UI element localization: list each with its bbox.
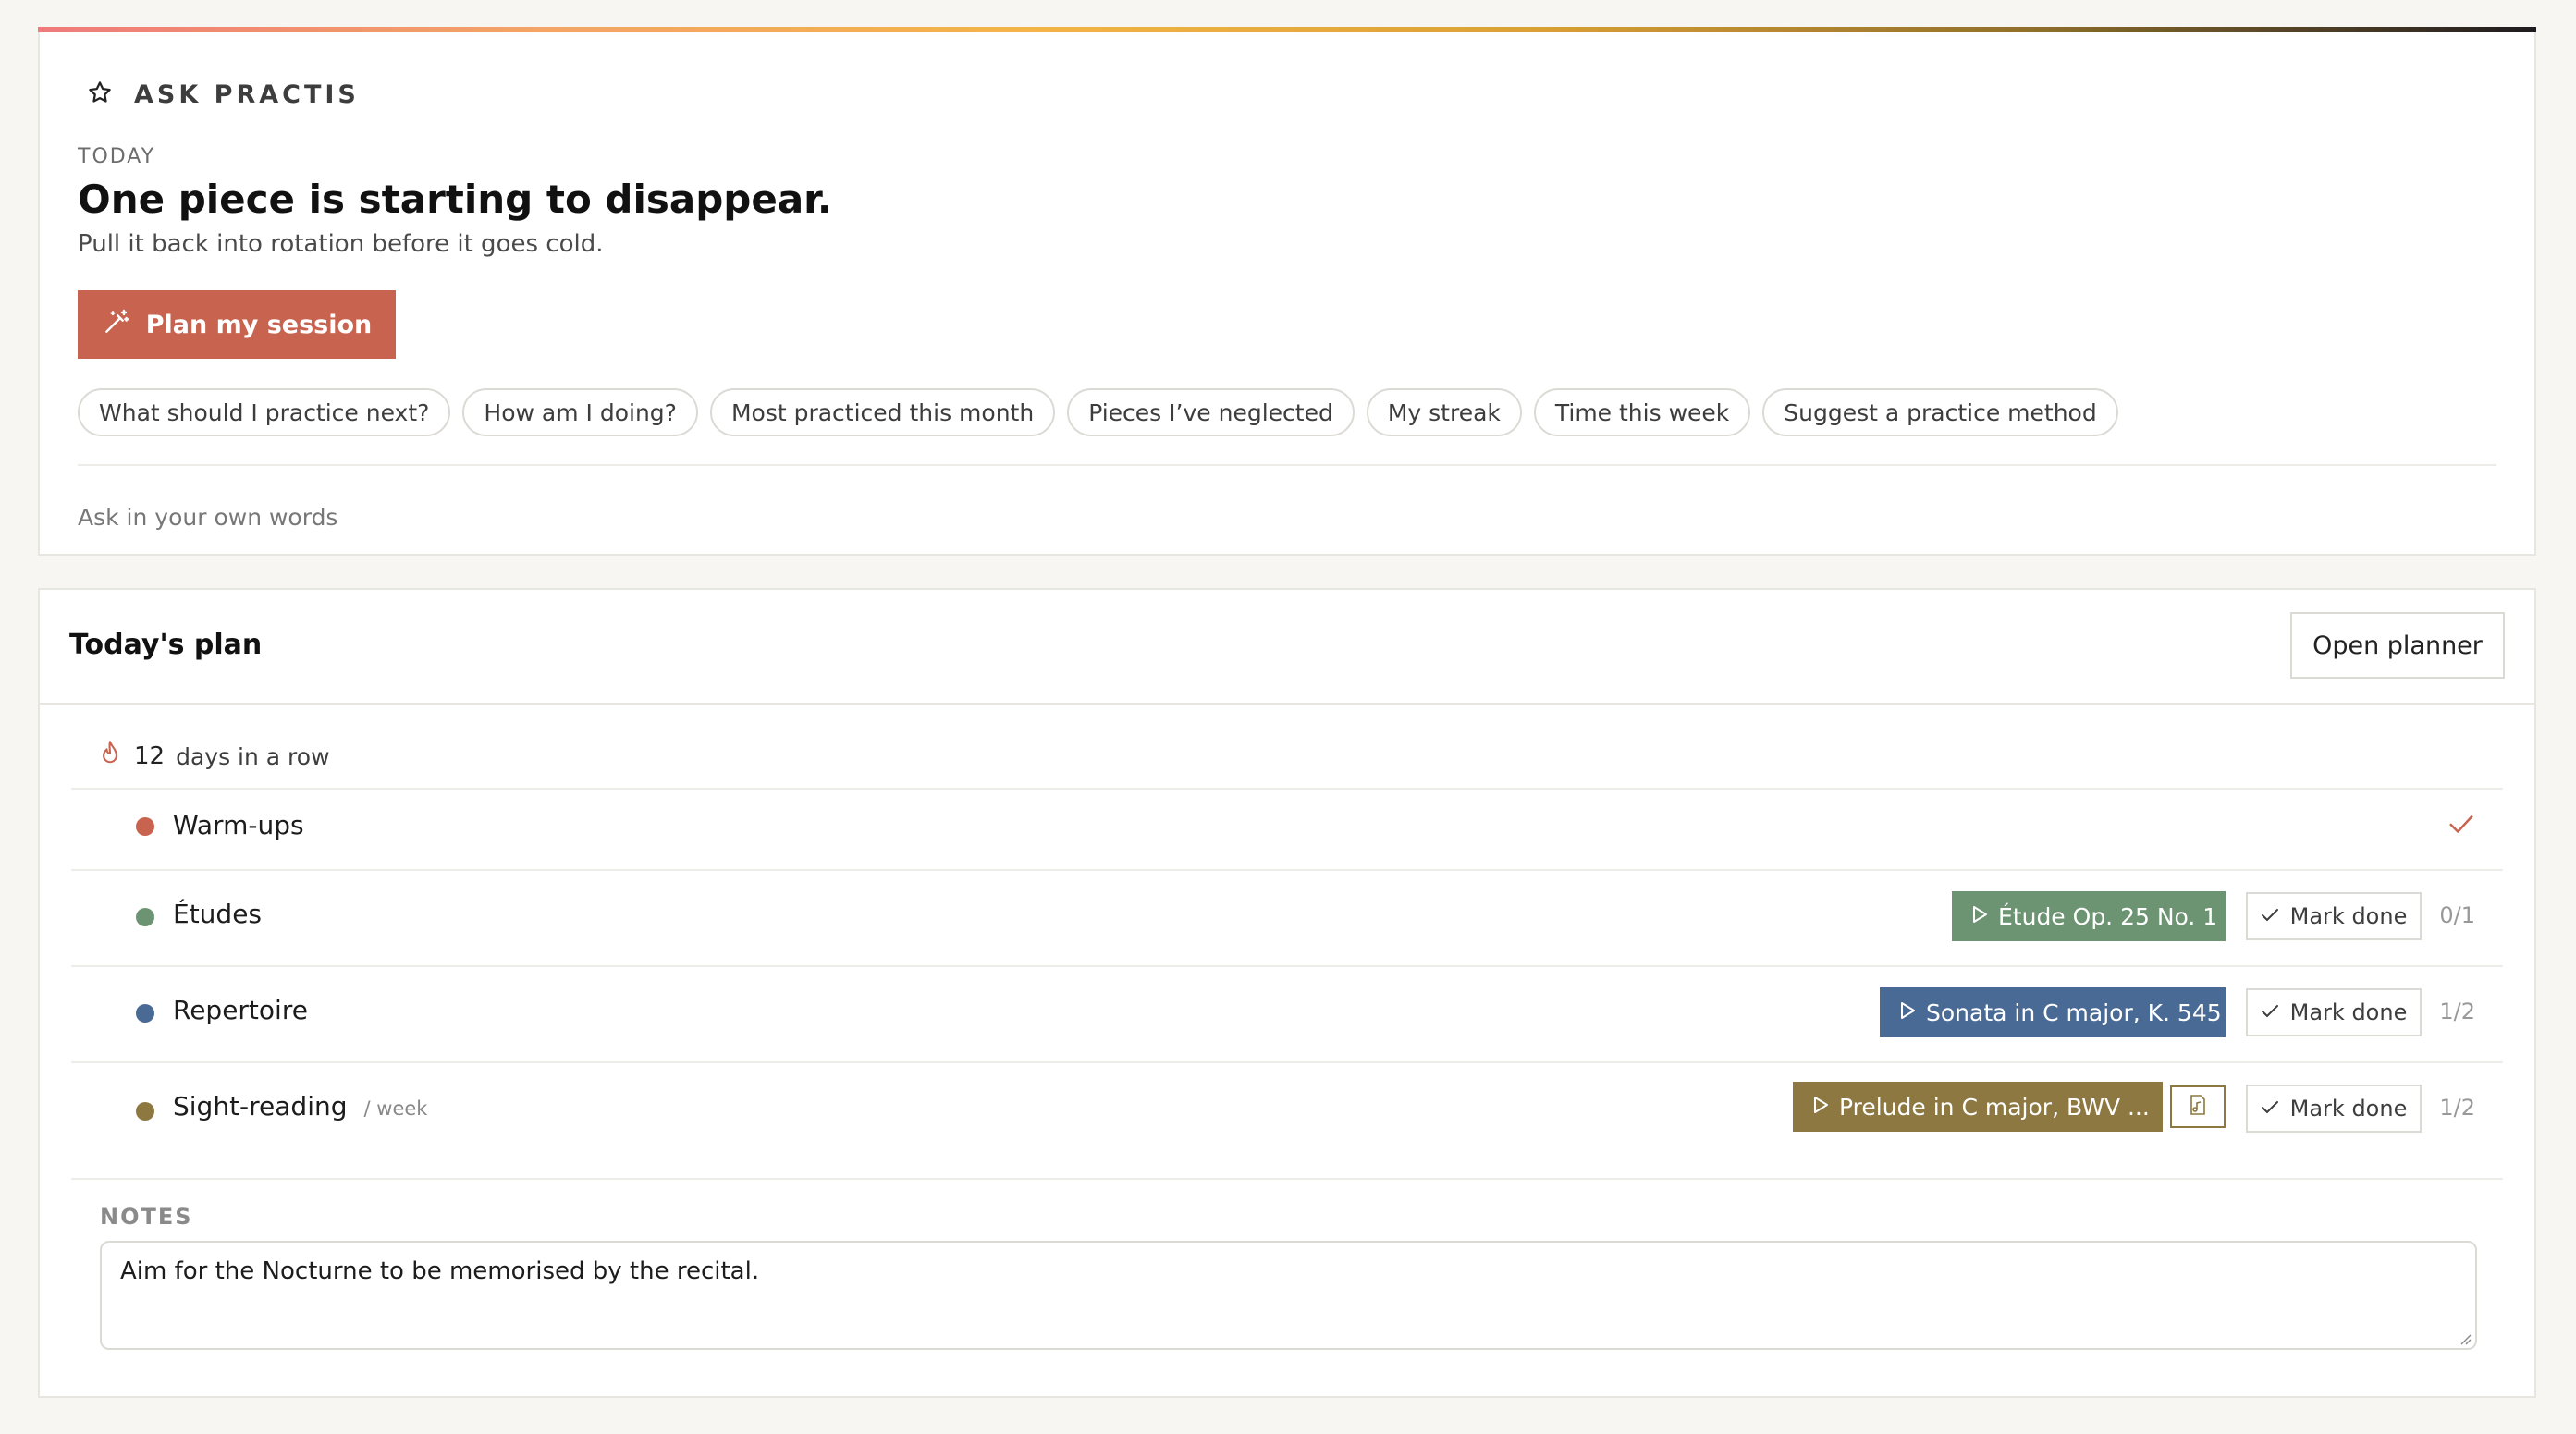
piece-title: Prelude in C major, BWV ... — [1839, 1093, 2150, 1121]
mark-done-label: Mark done — [2289, 999, 2408, 1025]
sight-reading-dot — [136, 1102, 154, 1121]
insight-subline: Pull it back into rotation before it goe… — [78, 230, 604, 258]
start-piece-button[interactable]: Prelude in C major, BWV ... — [1793, 1082, 2163, 1132]
plan-title: Today's plan — [69, 629, 263, 661]
start-piece-button[interactable]: Sonata in C major, K. 545 — [1880, 987, 2226, 1037]
sheet-music-button[interactable] — [2170, 1085, 2226, 1128]
row-label: Sight-reading / week — [173, 1091, 427, 1121]
check-icon — [2261, 903, 2290, 929]
row-label: Études — [173, 899, 263, 929]
ask-practis-card: ASK PRACTIS TODAY One piece is starting … — [38, 27, 2536, 556]
progress-count: 0/1 — [2439, 902, 2475, 928]
divider — [78, 464, 2496, 466]
check-icon — [2261, 1096, 2290, 1121]
suggestion-chips: What should I practice next? How am I do… — [78, 388, 2130, 436]
plan-my-session-label: Plan my session — [145, 310, 373, 339]
ask-header: ASK PRACTIS — [86, 79, 360, 110]
chip-neglected[interactable]: Pieces I’ve neglected — [1067, 388, 1355, 436]
chip-how-am-i-doing[interactable]: How am I doing? — [462, 388, 698, 436]
flame-icon — [99, 740, 134, 773]
divider — [71, 1178, 2503, 1180]
insight-headline: One piece is starting to disappear. — [78, 177, 832, 222]
warm-ups-dot — [136, 817, 154, 836]
chip-what-next[interactable]: What should I practice next? — [78, 388, 451, 436]
plan-row-repertoire: Repertoire Sonata in C major, K. 545 Mar… — [71, 965, 2503, 1063]
streak-label: days in a row — [176, 742, 330, 770]
plan-row-warm-ups: Warm-ups — [71, 788, 2503, 871]
repertoire-dot — [136, 1004, 154, 1023]
plan-row-sight-reading: Sight-reading / week Prelude in C major, … — [71, 1061, 2503, 1159]
ask-input[interactable]: Ask in your own words — [78, 504, 337, 531]
notes-textarea[interactable]: Aim for the Nocturne to be memorised by … — [100, 1241, 2477, 1350]
streak-count: 12 — [134, 742, 166, 770]
mark-done-label: Mark done — [2289, 903, 2408, 929]
row-sub-label: / week — [363, 1097, 428, 1120]
chip-my-streak[interactable]: My streak — [1366, 388, 1522, 436]
progress-count: 1/2 — [2439, 1095, 2475, 1121]
piece-title: Étude Op. 25 No. 1 — [1998, 902, 2218, 930]
resize-handle-icon[interactable] — [2459, 1331, 2472, 1345]
play-icon — [1898, 999, 1926, 1026]
streak-indicator: 12 days in a row — [99, 740, 330, 773]
star-icon — [86, 79, 114, 110]
notes-text: Aim for the Nocturne to be memorised by … — [120, 1257, 760, 1285]
todays-plan-card: Today's plan Open planner 12 days in a r… — [38, 588, 2536, 1398]
today-label: TODAY — [78, 145, 156, 168]
row-label: Warm-ups — [173, 810, 304, 840]
music-file-icon — [2188, 1094, 2208, 1120]
row-label: Repertoire — [173, 995, 308, 1025]
etudes-dot — [136, 908, 154, 926]
plan-row-etudes: Études Étude Op. 25 No. 1 Mark done 0/1 — [71, 869, 2503, 967]
mark-done-button[interactable]: Mark done — [2246, 1085, 2422, 1133]
magic-wand-icon — [102, 307, 146, 343]
chip-time-this-week[interactable]: Time this week — [1533, 388, 1751, 436]
play-icon — [1970, 903, 1998, 930]
play-icon — [1811, 1094, 1839, 1121]
done-check-icon — [2447, 812, 2475, 841]
accent-gradient-bar — [38, 27, 2536, 32]
chip-suggest-method[interactable]: Suggest a practice method — [1762, 388, 2118, 436]
start-piece-button[interactable]: Étude Op. 25 No. 1 — [1952, 891, 2226, 941]
progress-count: 1/2 — [2439, 999, 2475, 1024]
plan-my-session-button[interactable]: Plan my session — [78, 290, 396, 359]
mark-done-button[interactable]: Mark done — [2246, 892, 2422, 940]
plan-header: Today's plan Open planner — [40, 590, 2534, 705]
check-icon — [2261, 999, 2290, 1025]
open-planner-button[interactable]: Open planner — [2290, 612, 2505, 679]
chip-most-practiced[interactable]: Most practiced this month — [709, 388, 1056, 436]
mark-done-label: Mark done — [2289, 1096, 2408, 1121]
piece-title: Sonata in C major, K. 545 — [1926, 999, 2222, 1026]
ask-title: ASK PRACTIS — [134, 80, 360, 109]
mark-done-button[interactable]: Mark done — [2246, 988, 2422, 1036]
row-label-text: Sight-reading — [173, 1091, 348, 1121]
notes-label: NOTES — [100, 1204, 193, 1230]
